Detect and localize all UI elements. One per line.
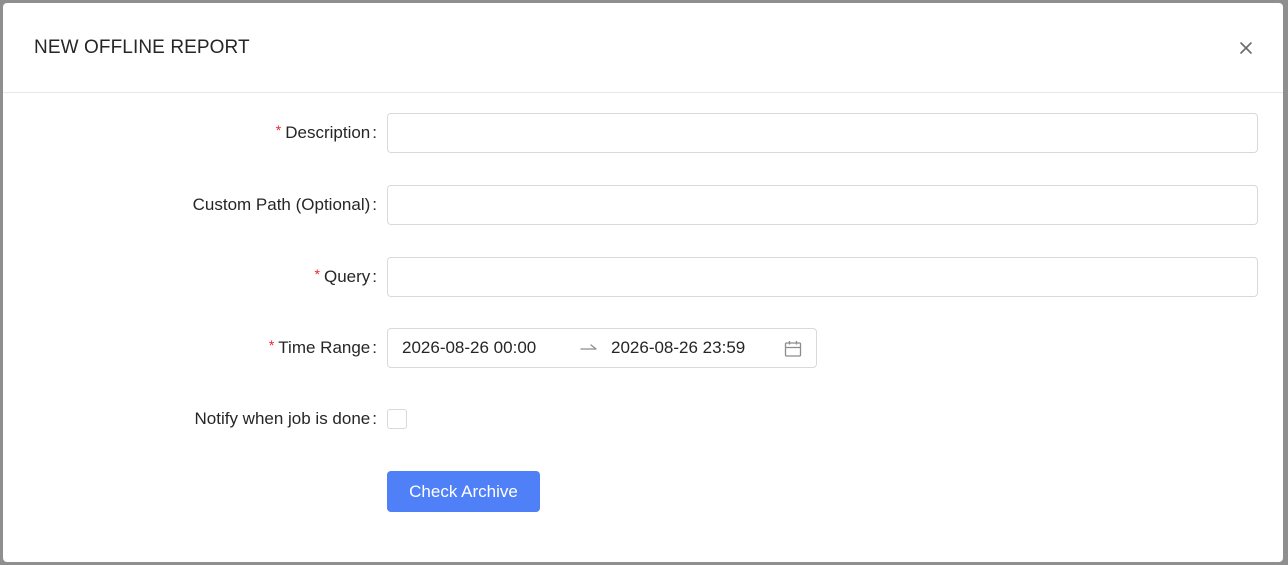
notify-label-text: Notify when job is done (194, 409, 371, 428)
label-colon: : (372, 123, 377, 142)
dialog-header: NEW OFFLINE REPORT (3, 3, 1283, 93)
close-icon (1240, 42, 1252, 54)
custom-path-label-text: Custom Path (Optional) (192, 195, 371, 214)
form-row-description: * Description: (3, 113, 1283, 153)
time-range-picker[interactable]: 2026-08-26 00:00 2026-08-26 23:59 (387, 328, 817, 368)
description-label: * Description: (276, 113, 377, 153)
label-colon: : (372, 338, 377, 357)
time-range-label: * Time Range: (269, 328, 377, 368)
notify-label: Notify when job is done: (194, 399, 377, 439)
required-mark: * (314, 266, 320, 282)
form-row-notify: Notify when job is done: (3, 399, 1283, 439)
label-colon: : (372, 409, 377, 428)
label-colon: : (372, 267, 377, 286)
custom-path-label: Custom Path (Optional): (193, 185, 377, 225)
label-colon: : (372, 195, 377, 214)
dialog-title: NEW OFFLINE REPORT (34, 37, 250, 58)
range-end-input[interactable]: 2026-08-26 23:59 (611, 329, 745, 367)
form-row-custom-path: Custom Path (Optional): (3, 185, 1283, 225)
range-start-input[interactable]: 2026-08-26 00:00 (402, 329, 536, 367)
close-button[interactable] (1236, 38, 1256, 58)
required-mark: * (268, 337, 275, 353)
query-label: * Query: (315, 257, 377, 297)
arrow-right-icon (580, 344, 597, 350)
form-row-time-range: * Time Range: 2026-08-26 00:00 2026-08-26… (3, 328, 1283, 368)
description-label-text: Description (285, 123, 371, 142)
notify-checkbox[interactable] (387, 409, 407, 429)
query-input[interactable] (387, 257, 1258, 297)
query-label-text: Query (323, 267, 371, 286)
required-mark: * (275, 122, 282, 138)
custom-path-input[interactable] (387, 185, 1258, 225)
new-offline-report-dialog: NEW OFFLINE REPORT * Description: Custom … (3, 3, 1283, 562)
check-archive-button[interactable]: Check Archive (387, 471, 540, 512)
calendar-icon (784, 341, 802, 357)
description-input[interactable] (387, 113, 1258, 153)
time-range-label-text: Time Range (278, 338, 371, 357)
form-row-query: * Query: (3, 257, 1283, 297)
